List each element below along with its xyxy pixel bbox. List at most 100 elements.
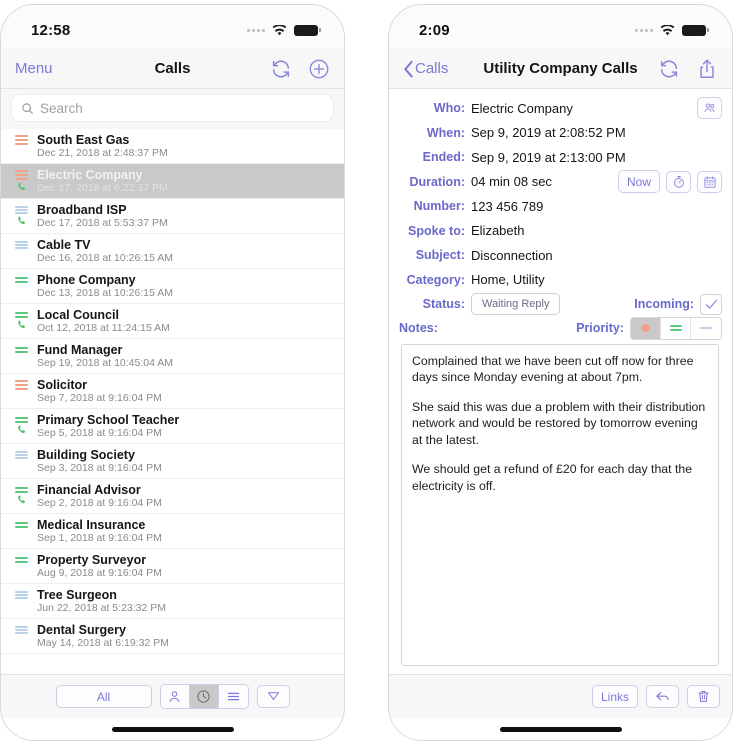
call-item-title: Dental Surgery <box>37 622 126 637</box>
call-item-icons <box>7 305 35 337</box>
priority-high-icon <box>14 169 28 181</box>
field-subject-value[interactable]: Disconnection <box>471 248 722 263</box>
call-item-timestamp: Sep 1, 2018 at 9:16:04 PM <box>37 531 162 544</box>
call-item-text: Solicitor Sep 7, 2018 at 9:16:04 PM <box>35 378 344 405</box>
call-item-icons <box>7 200 35 232</box>
call-list-item[interactable]: Cable TV Dec 16, 2018 at 10:26:15 AM <box>1 234 344 269</box>
view-mode-segmented-control[interactable] <box>159 684 249 709</box>
notes-textarea[interactable]: Complained that we have been cut off now… <box>401 343 719 666</box>
priority-medium-icon <box>14 521 28 529</box>
notes-paragraph: We should get a refund of £20 for each d… <box>412 462 693 493</box>
call-list-item[interactable]: Building Society Sep 3, 2018 at 9:16:04 P… <box>1 444 344 479</box>
call-item-title: Cable TV <box>37 237 91 252</box>
call-list-item[interactable]: Electric Company Dec 17, 2018 at 6:22:37 … <box>1 164 344 199</box>
call-list-item[interactable]: Primary School Teacher Sep 5, 2018 at 9:1… <box>1 409 344 444</box>
screenshot-stage: 12:58 Menu Calls Search South East Gas D… <box>0 0 733 745</box>
filter-all-button[interactable]: All <box>55 685 152 708</box>
field-number-value[interactable]: 123 456 789 <box>471 199 722 214</box>
call-list-item[interactable]: Financial Advisor Sep 2, 2018 at 9:16:04 … <box>1 479 344 514</box>
call-item-title: Building Society <box>37 447 135 462</box>
phone-call-detail: 2:09 Calls Utility Company Calls Who: El… <box>388 4 733 741</box>
share-icon[interactable] <box>696 58 718 80</box>
field-category: Category: Home, Utility <box>397 268 722 293</box>
links-button[interactable]: Links <box>591 685 638 708</box>
field-spoke-to-value[interactable]: Elizabeth <box>471 223 722 238</box>
phone-handset-icon <box>16 215 27 226</box>
field-spoke-to-label: Spoke to: <box>408 223 465 238</box>
field-who: Who: Electric Company <box>397 96 722 121</box>
back-button[interactable]: Calls <box>403 60 448 78</box>
call-list-item[interactable]: Property Surveyor Aug 9, 2018 at 9:16:04 … <box>1 549 344 584</box>
call-item-icons <box>7 620 35 652</box>
refresh-icon[interactable] <box>270 58 292 80</box>
phone-handset-icon <box>16 424 27 435</box>
priority-low-icon <box>14 240 28 250</box>
call-list-item[interactable]: Fund Manager Sep 19, 2018 at 10:45:04 AM <box>1 339 344 374</box>
home-indicator-right <box>389 718 732 740</box>
priority-option-high[interactable] <box>631 317 661 339</box>
call-item-timestamp: Sep 2, 2018 at 9:16:04 PM <box>37 496 162 509</box>
call-item-timestamp: Dec 17, 2018 at 5:53:37 PM <box>37 216 168 229</box>
now-button[interactable]: Now <box>617 170 660 194</box>
calls-list[interactable]: South East Gas Dec 21, 2018 at 2:48:37 PM… <box>1 129 344 674</box>
priority-medium-icon <box>14 416 28 424</box>
status-badge[interactable]: Waiting Reply <box>471 293 561 316</box>
trash-icon[interactable] <box>687 685 720 708</box>
field-when: When: Sep 9, 2019 at 2:08:52 PM <box>397 121 722 146</box>
call-list-item[interactable]: Tree Surgeon Jun 22, 2018 at 5:23:32 PM <box>1 584 344 619</box>
call-list-item[interactable]: Solicitor Sep 7, 2018 at 9:16:04 PM <box>1 374 344 409</box>
field-ended-label: Ended: <box>422 150 465 165</box>
refresh-icon[interactable] <box>658 58 680 80</box>
contact-icon[interactable] <box>160 685 190 708</box>
field-category-value[interactable]: Home, Utility <box>471 272 722 287</box>
status-bar-time: 2:09 <box>419 21 450 39</box>
search-input[interactable]: Search <box>11 94 334 122</box>
call-item-icons <box>7 410 35 442</box>
home-indicator-left <box>1 718 344 740</box>
funnel-icon[interactable] <box>256 685 290 708</box>
call-item-icons <box>7 375 35 407</box>
call-item-text: Phone Company Dec 13, 2018 at 10:26:15 AM <box>35 273 344 300</box>
menu-button[interactable]: Menu <box>15 60 53 77</box>
call-item-icons <box>7 165 35 197</box>
status-bar-time: 12:58 <box>31 21 71 39</box>
stopwatch-icon[interactable] <box>666 170 691 193</box>
call-item-timestamp: Jun 22, 2018 at 5:23:32 PM <box>37 601 167 614</box>
search-bar-container: Search <box>1 89 344 129</box>
call-item-text: Local Council Oct 12, 2018 at 11:24:15 AM <box>35 308 344 335</box>
call-list-item[interactable]: Dental Surgery May 14, 2018 at 6:19:32 PM <box>1 619 344 654</box>
clock-icon[interactable] <box>189 685 219 708</box>
field-duration-value[interactable]: 04 min 08 sec <box>471 174 618 189</box>
field-who-value[interactable]: Electric Company <box>471 101 697 116</box>
call-item-title: Tree Surgeon <box>37 587 117 602</box>
plus-circle-icon[interactable] <box>308 58 330 80</box>
priority-low-icon <box>14 625 28 635</box>
field-number-label: Number: <box>413 199 465 214</box>
call-item-timestamp: Dec 21, 2018 at 2:48:37 PM <box>37 146 168 159</box>
call-list-item[interactable]: South East Gas Dec 21, 2018 at 2:48:37 PM <box>1 129 344 164</box>
call-list-item[interactable]: Local Council Oct 12, 2018 at 11:24:15 AM <box>1 304 344 339</box>
call-item-icons <box>7 235 35 267</box>
reply-arrow-icon[interactable] <box>646 685 679 708</box>
battery-full-icon <box>294 24 321 36</box>
call-item-title: Medical Insurance <box>37 517 146 532</box>
priority-medium-icon <box>14 346 28 354</box>
priority-option-medium[interactable] <box>661 317 691 339</box>
field-ended-value[interactable]: Sep 9, 2019 at 2:13:00 PM <box>471 150 722 165</box>
field-when-value[interactable]: Sep 9, 2019 at 2:08:52 PM <box>471 125 722 140</box>
signal-dots-icon <box>247 28 265 32</box>
calendar-icon[interactable] <box>697 170 722 193</box>
call-list-item[interactable]: Medical Insurance Sep 1, 2018 at 9:16:04 … <box>1 514 344 549</box>
priority-option-low[interactable] <box>691 317 721 339</box>
field-status: Status: Waiting Reply Incoming: <box>397 292 722 317</box>
contacts-group-icon[interactable] <box>697 97 722 120</box>
call-list-item[interactable]: Broadband ISP Dec 17, 2018 at 5:53:37 PM <box>1 199 344 234</box>
call-list-item[interactable]: Phone Company Dec 13, 2018 at 10:26:15 AM <box>1 269 344 304</box>
incoming-checkbox[interactable] <box>700 293 722 315</box>
call-item-title: Electric Company <box>37 167 143 182</box>
priority-segmented-control[interactable] <box>630 316 722 340</box>
call-item-title: South East Gas <box>37 132 130 147</box>
call-item-text: Primary School Teacher Sep 5, 2018 at 9:1… <box>35 413 344 440</box>
call-item-text: Financial Advisor Sep 2, 2018 at 9:16:04 … <box>35 483 344 510</box>
list-lines-icon[interactable] <box>218 685 248 708</box>
